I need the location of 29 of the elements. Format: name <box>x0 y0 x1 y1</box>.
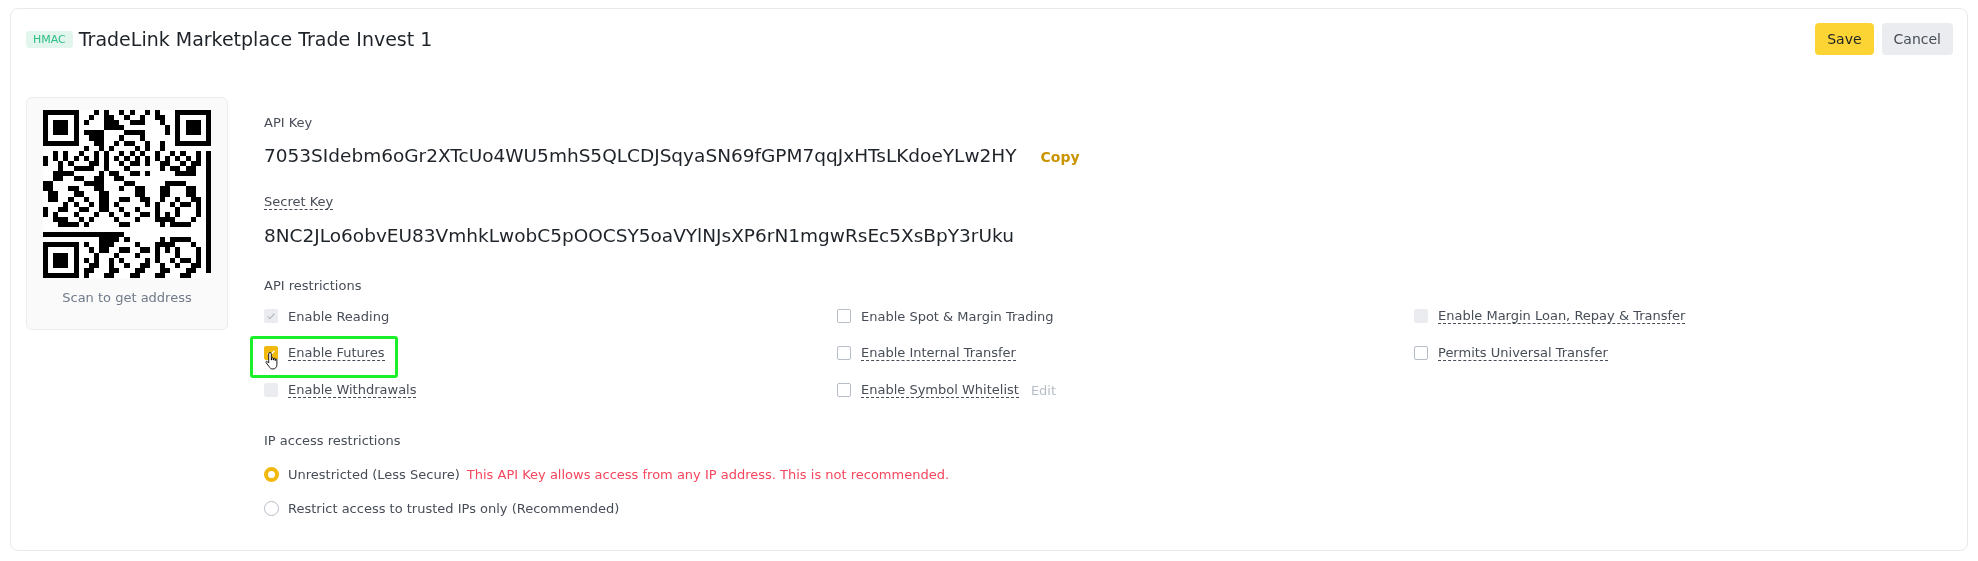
api-key-title: TradeLink Marketplace Trade Invest 1 <box>78 28 433 50</box>
secret-key-value: 8NC2JLo6obvEU83VmhkLwobC5pOOCSY5oaVYlNJsXP6rN1mgwRsEc5XsBpY3rUku <box>264 225 1014 246</box>
checkbox[interactable] <box>837 309 851 323</box>
option-label: Permits Universal Transfer <box>1438 345 1608 361</box>
option-label: Enable Internal Transfer <box>861 345 1016 361</box>
field-label: Secret Key <box>264 194 334 210</box>
radio-button[interactable] <box>264 501 279 516</box>
option-label: Unrestricted (Less Secure) <box>288 467 460 482</box>
option-label: Enable Withdrawals <box>288 382 417 398</box>
section-title: API restrictions <box>264 278 363 293</box>
qr-caption: Scan to get address <box>62 290 192 305</box>
option-label: Enable Futures <box>288 345 385 361</box>
hmac-badge: HMAC <box>26 30 73 48</box>
option-label: Enable Symbol Whitelist <box>861 382 1019 398</box>
option-label: Enable Spot & Margin Trading <box>861 308 1054 324</box>
option-label: Enable Margin Loan, Repay & Transfer <box>1438 308 1686 324</box>
section-title: IP access restrictions <box>264 433 402 448</box>
field-label: API Key <box>264 115 313 130</box>
option-label: Restrict access to trusted IPs only (Recommended) <box>288 501 620 516</box>
checkbox[interactable] <box>1414 346 1428 360</box>
radio-button[interactable] <box>264 467 279 482</box>
save-button[interactable]: Save <box>1815 23 1874 55</box>
warning-text: This API Key allows access from any IP address. This is not recommended. <box>466 467 950 482</box>
cancel-button[interactable]: Cancel <box>1881 23 1953 55</box>
hand-cursor-icon <box>265 351 281 371</box>
checkbox[interactable] <box>837 346 851 360</box>
checkbox[interactable] <box>837 383 851 397</box>
option-label: Enable Reading <box>288 308 390 324</box>
api-key-value: 7053SIdebm6oGr2XTcUo4WU5mhS5QLCDJSqyaSN69fGPM7qqJxHTsLKdoeYLw2HY <box>264 145 1017 166</box>
